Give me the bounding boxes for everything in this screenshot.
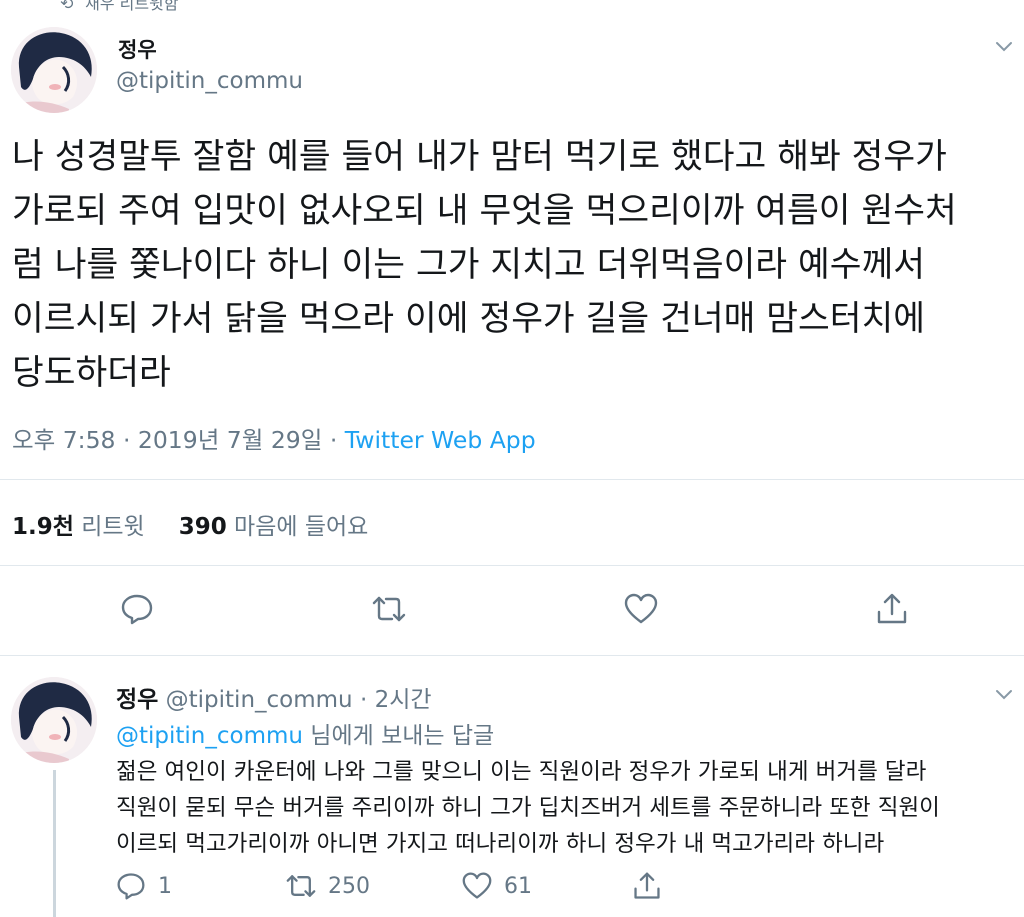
divider xyxy=(0,565,1024,566)
thread-line xyxy=(53,770,56,917)
avatar-image xyxy=(11,677,97,763)
reply-button[interactable] xyxy=(120,592,154,626)
divider xyxy=(0,479,1024,480)
reply-icon xyxy=(117,873,145,900)
retweet-button[interactable] xyxy=(372,592,406,626)
meta-separator: · xyxy=(115,426,138,454)
tweet-text-line: 이르시되 가서 닭을 먹으라 이에 정우가 길을 건너매 맘스터치에 xyxy=(12,299,925,339)
retweets-stat[interactable]: 1.9천 리트윗 xyxy=(12,514,145,540)
meta-separator: · xyxy=(322,426,345,454)
avatar[interactable] xyxy=(11,677,97,763)
tweet-text-line: 나 성경말투 잘함 예를 들어 내가 맘터 먹기로 했다고 해봐 정우가 xyxy=(12,137,947,177)
tweet-text: 나 성경말투 잘함 예를 들어 내가 맘터 먹기로 했다고 해봐 정우가 가로되… xyxy=(12,130,1012,400)
reply-author-name[interactable]: 정우 xyxy=(116,687,158,713)
divider xyxy=(0,655,1024,656)
share-button[interactable] xyxy=(875,592,909,626)
tweet-meta: 오후 7:58 · 2019년 7월 29일 · Twitter Web App xyxy=(12,421,536,455)
like-button[interactable] xyxy=(624,592,658,626)
like-icon xyxy=(624,593,658,624)
retweet-count: 250 xyxy=(328,873,370,899)
retweets-label: 리트윗 xyxy=(81,514,145,540)
tweet-date[interactable]: 2019년 7월 29일 xyxy=(138,426,322,454)
author-name[interactable]: 정우 xyxy=(118,34,157,64)
reply-icon xyxy=(121,594,153,625)
replying-to: @tipitin_commu 님에게 보내는 답글 xyxy=(116,716,494,750)
share-icon xyxy=(877,593,907,624)
reply-text-line: 젊은 여인이 카운터에 나와 그를 맞으니 이는 직원이라 정우가 가로되 내게… xyxy=(116,759,927,785)
reply-count: 1 xyxy=(158,873,172,899)
meta-separator: · xyxy=(352,687,375,713)
author-handle[interactable]: @tipitin_commu xyxy=(116,68,303,94)
reply-text-line: 직원이 묻되 무슨 버거를 주리이까 하니 그가 딥치즈버거 세트를 주문하니라… xyxy=(116,795,940,821)
source-app-link[interactable]: Twitter Web App xyxy=(345,426,536,454)
reply-text: 젊은 여인이 카운터에 나와 그를 맞으니 이는 직원이라 정우가 가로되 내게… xyxy=(116,754,940,862)
tweet-text-line: 럼 나를 쫓나이다 하니 이는 그가 지치고 더위먹음이라 예수께서 xyxy=(12,245,925,285)
retweet-icon: ⟲ xyxy=(60,0,74,13)
chevron-down-icon[interactable] xyxy=(995,688,1013,700)
reply-header: 정우 @tipitin_commu · 2시간 xyxy=(116,680,432,714)
reply-time[interactable]: 2시간 xyxy=(375,687,432,713)
avatar-image xyxy=(11,27,97,113)
replying-to-suffix: 님에게 보내는 답글 xyxy=(303,723,495,749)
reply-button[interactable]: 1 xyxy=(116,870,172,902)
like-button[interactable]: 61 xyxy=(462,870,532,902)
share-button[interactable] xyxy=(632,870,674,902)
retweet-icon xyxy=(372,596,406,622)
reply-author-handle[interactable]: @tipitin_commu xyxy=(166,687,353,713)
likes-stat[interactable]: 390 마음에 들어요 xyxy=(179,514,369,540)
reply-text-line: 이르되 먹고가리이까 아니면 가지고 떠나리이까 하니 정우가 내 먹고가리라 … xyxy=(116,831,885,857)
likes-label: 마음에 들어요 xyxy=(234,514,369,540)
like-icon xyxy=(462,872,492,899)
share-icon xyxy=(634,872,660,899)
retweet-button[interactable]: 250 xyxy=(286,870,370,902)
tweet-time[interactable]: 오후 7:58 xyxy=(12,426,115,454)
replying-to-handle-link[interactable]: @tipitin_commu xyxy=(116,723,303,749)
retweet-icon xyxy=(286,875,316,897)
likes-count: 390 xyxy=(178,514,227,540)
like-count: 61 xyxy=(504,873,532,899)
tweet-stats: 1.9천 리트윗 390 마음에 들어요 xyxy=(12,507,368,541)
tweet-text-line: 당도하더라 xyxy=(12,353,171,393)
retweeted-by-header: ⟲ 재우 리트윗함 xyxy=(60,0,179,14)
tweet-text-line: 가로되 주여 입맛이 없사오되 내 무엇을 먹으리이까 여름이 원수처 xyxy=(12,191,957,231)
retweets-count: 1.9천 xyxy=(12,514,74,540)
avatar[interactable] xyxy=(11,27,97,113)
chevron-down-icon[interactable] xyxy=(995,40,1013,52)
